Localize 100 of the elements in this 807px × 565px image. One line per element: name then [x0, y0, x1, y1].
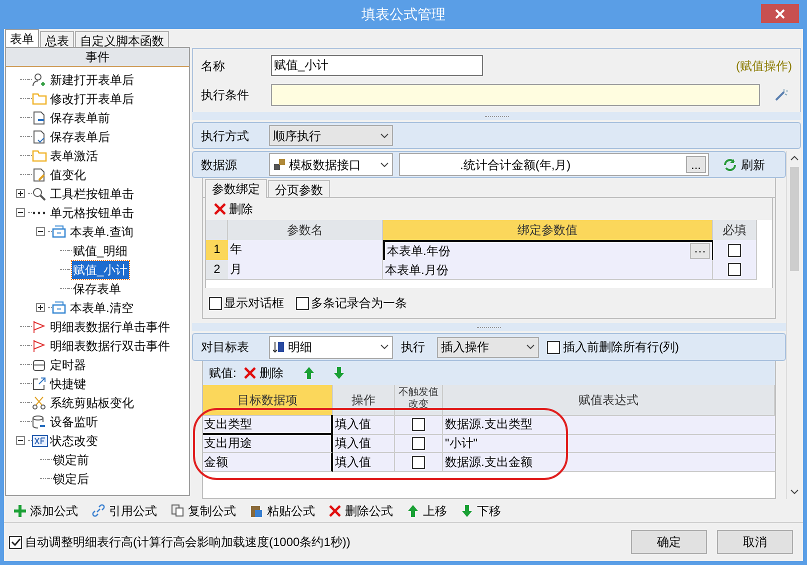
tree-item[interactable]: 新建打开表单后: [49, 70, 135, 88]
paste-icon: [250, 504, 263, 518]
action-button[interactable]: 添加公式: [14, 502, 78, 520]
condition-field[interactable]: [271, 84, 760, 106]
tree-item[interactable]: 系统剪贴板变化: [49, 394, 135, 412]
arrow-up-icon[interactable]: [303, 366, 316, 380]
action-button[interactable]: 下移: [461, 502, 501, 520]
expander-icon[interactable]: [36, 303, 45, 312]
action-button[interactable]: 复制公式: [171, 502, 236, 520]
copy-icon: [171, 504, 184, 517]
column-header[interactable]: 参数名: [228, 220, 383, 241]
expander-icon[interactable]: [16, 189, 25, 198]
action-button[interactable]: 粘贴公式: [250, 502, 315, 520]
tree-item[interactable]: 明细表数据行单击事件: [49, 318, 171, 336]
expander-icon[interactable]: [16, 436, 25, 445]
tree-item[interactable]: 保存表单: [72, 280, 122, 298]
tab[interactable]: 总表: [40, 31, 74, 47]
checkbox-label: 插入前删除所有行(列): [563, 339, 679, 356]
tree-item[interactable]: 本表单.清空: [69, 298, 134, 316]
browse-button[interactable]: ...: [686, 156, 706, 173]
document-pencil-icon: [32, 168, 46, 182]
row-number: 2: [206, 260, 228, 280]
tree-item[interactable]: 定时器: [49, 356, 87, 374]
checkbox[interactable]: [209, 296, 222, 310]
tree-item[interactable]: 保存表单前: [49, 108, 111, 126]
column-header[interactable]: 绑定参数值: [383, 220, 713, 241]
chevron-down-icon: [380, 132, 389, 138]
checkbox[interactable]: [728, 244, 741, 256]
tree-item[interactable]: 锁定后: [52, 470, 90, 488]
name-field[interactable]: 赋值_小计: [271, 55, 483, 76]
column-header[interactable]: 目标数据项: [203, 385, 333, 416]
tab[interactable]: 表单: [5, 29, 39, 47]
dialog-button[interactable]: 确定: [631, 530, 707, 554]
condition-label: 执行条件: [201, 87, 250, 104]
delete-icon: [329, 504, 341, 516]
delete-button[interactable]: 删除: [244, 364, 284, 382]
link-icon: [92, 504, 105, 517]
chevron-down-icon: [790, 489, 798, 495]
expander-icon[interactable]: [16, 208, 25, 217]
folder-icon: [32, 149, 47, 162]
tab[interactable]: 参数绑定: [205, 179, 267, 198]
scrollbar-thumb[interactable]: [790, 167, 798, 271]
action-button[interactable]: 上移: [407, 502, 447, 520]
datasource-field[interactable]: .统计合计金额(年,月) ...: [399, 153, 709, 176]
arrow-down-icon[interactable]: [333, 366, 346, 380]
expander-icon[interactable]: [36, 227, 45, 236]
checkbox-label: 自动调整明细表行高(计算行高会影响加载速度(1000条约1秒)): [25, 534, 350, 551]
tree-item[interactable]: 锁定前: [52, 450, 90, 468]
delete-button[interactable]: 删除: [206, 198, 261, 220]
checkbox[interactable]: [296, 296, 309, 310]
exec-dropdown[interactable]: 插入操作: [437, 336, 539, 358]
user-add-icon: [32, 72, 46, 86]
table-icon: [273, 341, 285, 353]
refresh-icon: [723, 158, 737, 172]
datasource-label: 数据源: [201, 156, 238, 174]
tree-item[interactable]: 设备监听: [49, 412, 99, 430]
table-cell-text: 本表单.年份: [387, 243, 452, 260]
tree-item[interactable]: 赋值_小计: [72, 260, 129, 278]
wand-icon[interactable]: [774, 88, 788, 102]
action-button[interactable]: 引用公式: [92, 502, 157, 520]
tree-item[interactable]: 值变化: [49, 166, 87, 184]
action-button[interactable]: 删除公式: [329, 502, 393, 520]
tree-item[interactable]: 状态改变: [49, 432, 99, 450]
tree-item[interactable]: 明细表数据行双击事件: [49, 336, 171, 354]
checkbox[interactable]: [412, 436, 425, 450]
tree-item[interactable]: 赋值_明细: [72, 242, 129, 260]
column-header[interactable]: 赋值表达式: [443, 385, 775, 416]
dialog-button[interactable]: 取消: [717, 530, 793, 554]
checkbox[interactable]: [9, 536, 22, 548]
tree-item[interactable]: 表单激活: [49, 146, 99, 164]
tree-item[interactable]: 本表单.查询: [69, 222, 134, 240]
target-table-dropdown[interactable]: 明细: [269, 336, 393, 358]
tab[interactable]: 自定义脚本函数: [75, 31, 169, 47]
datasource-type-dropdown[interactable]: 模板数据接口: [269, 153, 393, 176]
value-field[interactable]: 本表单.年份 ···: [383, 240, 713, 261]
column-header[interactable]: 必填: [713, 220, 757, 241]
tree-item[interactable]: 工具栏按钮单击: [49, 184, 135, 202]
tab[interactable]: 分页参数: [268, 180, 330, 197]
tree-item[interactable]: 修改打开表单后: [49, 90, 135, 108]
tree-item[interactable]: 保存表单后: [49, 128, 111, 146]
close-button[interactable]: [761, 4, 799, 23]
tree-item[interactable]: 快捷键: [49, 374, 87, 392]
column-header[interactable]: 不触发值改变: [395, 385, 443, 416]
checkbox[interactable]: [412, 418, 425, 431]
exec-mode-dropdown[interactable]: 顺序执行: [269, 125, 393, 146]
close-icon: [775, 8, 785, 18]
target-table-label: 对目标表: [201, 339, 250, 356]
column-header[interactable]: 操作: [333, 385, 395, 416]
assign-label: 赋值:: [209, 365, 236, 382]
tree-item[interactable]: 单元格按钮单击: [49, 204, 135, 222]
checkbox[interactable]: [728, 263, 741, 276]
plus-icon: [14, 504, 26, 516]
ellipsis-button[interactable]: ···: [690, 243, 710, 259]
flag-icon: [32, 338, 46, 352]
chevron-down-icon: [380, 344, 389, 350]
checkbox[interactable]: [412, 456, 425, 468]
scrollbar[interactable]: [786, 151, 801, 499]
refresh-button[interactable]: 刷新: [723, 156, 765, 174]
chevron-down-icon: [526, 344, 535, 350]
checkbox[interactable]: [547, 340, 560, 354]
